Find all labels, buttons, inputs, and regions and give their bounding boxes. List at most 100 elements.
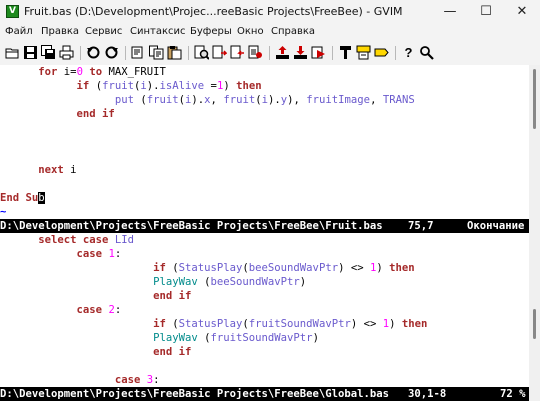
code-token: = — [204, 80, 217, 92]
code-token: ~ — [0, 206, 7, 218]
redo-icon[interactable] — [104, 45, 119, 60]
code-token: ) — [223, 80, 237, 92]
maximize-button[interactable]: ☐ — [468, 0, 504, 24]
code-token: i= — [57, 66, 77, 78]
code-line[interactable]: end if — [0, 107, 529, 121]
editor-area[interactable]: for i=0 to MAX_FRUIT if (fruit(i).isAliv… — [0, 65, 540, 417]
find-prev-icon[interactable] — [230, 45, 245, 60]
code-line[interactable] — [0, 135, 529, 149]
toolbar: ? — [0, 41, 540, 66]
code-token: ( — [133, 94, 147, 106]
find-replace-icon[interactable] — [194, 45, 209, 60]
code-token: ). — [267, 94, 281, 106]
code-line[interactable]: End Sub — [0, 191, 529, 205]
code-token: End Su — [0, 192, 39, 204]
code-line[interactable] — [0, 359, 529, 373]
minimize-button[interactable]: — — [432, 0, 468, 24]
code-token: next — [38, 164, 64, 176]
bottom-status-scroll: 72 % — [500, 388, 526, 400]
menu-tools[interactable]: Сервис — [85, 26, 122, 37]
find-in-files-icon[interactable] — [248, 45, 263, 60]
build-tags-icon[interactable] — [356, 45, 371, 60]
code-token: : — [153, 374, 160, 386]
bottom-scrollbar[interactable] — [529, 233, 540, 401]
code-token: for — [38, 66, 58, 78]
gvim-app-icon: V — [6, 5, 19, 18]
save-all-icon[interactable] — [41, 45, 56, 60]
code-token: ). — [191, 94, 205, 106]
code-token: i — [63, 164, 77, 176]
code-token: ) — [312, 332, 319, 344]
code-line[interactable]: if (StatusPlay(beeSoundWavPtr) <> 1) the… — [0, 261, 529, 275]
menu-window[interactable]: Окно — [237, 26, 264, 37]
print-icon[interactable] — [59, 45, 74, 60]
top-scrollbar-thumb[interactable] — [533, 69, 536, 129]
toolbar-separator — [395, 46, 396, 60]
help-icon[interactable]: ? — [401, 45, 416, 60]
code-line[interactable]: end if — [0, 289, 529, 303]
code-token: end if — [153, 290, 192, 302]
code-token: isAlive — [159, 80, 205, 92]
window-title: Fruit.bas (D:\Development\Projec...reeBa… — [24, 5, 403, 18]
menu-edit[interactable]: Правка — [41, 26, 79, 37]
code-token: beeSoundWavPtr — [210, 276, 300, 288]
bottom-status-line[interactable]: D:\Development\Projects\FreeBasic Projec… — [0, 387, 529, 401]
paste-icon[interactable] — [167, 45, 182, 60]
code-line[interactable]: put (fruit(i).x, fruit(i).y), fruitImage… — [0, 93, 529, 107]
close-button[interactable]: ✕ — [504, 0, 540, 24]
menu-help[interactable]: Справка — [271, 26, 315, 37]
code-line[interactable]: case 2: — [0, 303, 529, 317]
run-script-icon[interactable] — [311, 45, 326, 60]
undo-icon[interactable] — [86, 45, 101, 60]
toolbar-separator — [269, 46, 270, 60]
bottom-scrollbar-thumb[interactable] — [533, 309, 536, 339]
code-line[interactable]: PlayWav (fruitSoundWavPtr) — [0, 331, 529, 345]
menu-syntax[interactable]: Синтаксис — [130, 26, 186, 37]
find-next-icon[interactable] — [212, 45, 227, 60]
copy-icon[interactable] — [149, 45, 164, 60]
code-token: ) — [389, 318, 402, 330]
find-help-icon[interactable] — [419, 45, 434, 60]
jump-tag-icon[interactable] — [374, 45, 389, 60]
open-icon[interactable] — [5, 45, 20, 60]
toolbar-separator — [188, 46, 189, 60]
code-token: case — [76, 248, 103, 260]
code-line[interactable]: PlayWav (beeSoundWavPtr) — [0, 275, 529, 289]
code-line[interactable]: ~ — [0, 205, 529, 219]
load-session-icon[interactable] — [275, 45, 290, 60]
code-line[interactable]: case 1: — [0, 247, 529, 261]
save-icon[interactable] — [23, 45, 38, 60]
code-line[interactable]: select case LId — [0, 233, 529, 247]
code-line[interactable]: case 3: — [0, 373, 529, 387]
code-token: : — [114, 248, 122, 260]
code-line[interactable] — [0, 149, 529, 163]
top-scrollbar[interactable] — [529, 65, 540, 233]
menu-buffers[interactable]: Буферы — [190, 26, 232, 37]
code-token: fruitSoundWavPtr — [210, 332, 313, 344]
code-token: PlayWav — [153, 276, 198, 288]
title-bar[interactable]: V Fruit.bas (D:\Development\Projec...ree… — [0, 0, 540, 24]
make-icon[interactable] — [338, 45, 353, 60]
code-token: fruit — [102, 80, 134, 92]
code-token: if — [153, 318, 166, 330]
code-token: ). — [146, 80, 160, 92]
code-line[interactable]: end if — [0, 345, 529, 359]
top-status-line[interactable]: D:\Development\Projects\FreeBasic Projec… — [0, 219, 529, 233]
menu-file[interactable]: Файл — [5, 26, 33, 37]
cut-icon[interactable] — [131, 45, 146, 60]
save-session-icon[interactable] — [293, 45, 308, 60]
code-line[interactable]: next i — [0, 163, 529, 177]
code-token: fruitImage — [306, 94, 371, 106]
code-line[interactable]: for i=0 to MAX_FRUIT — [0, 65, 529, 79]
code-token: to — [89, 66, 103, 78]
code-token: fruitSoundWavPtr — [248, 318, 351, 330]
code-line[interactable]: if (fruit(i).isAlive =1) then — [0, 79, 529, 93]
code-line[interactable]: if (StatusPlay(fruitSoundWavPtr) <> 1) t… — [0, 317, 529, 331]
menu-bar: Файл Правка Сервис Синтаксис Буферы Окно… — [0, 24, 540, 41]
code-line[interactable] — [0, 121, 529, 135]
code-line[interactable] — [0, 177, 529, 191]
